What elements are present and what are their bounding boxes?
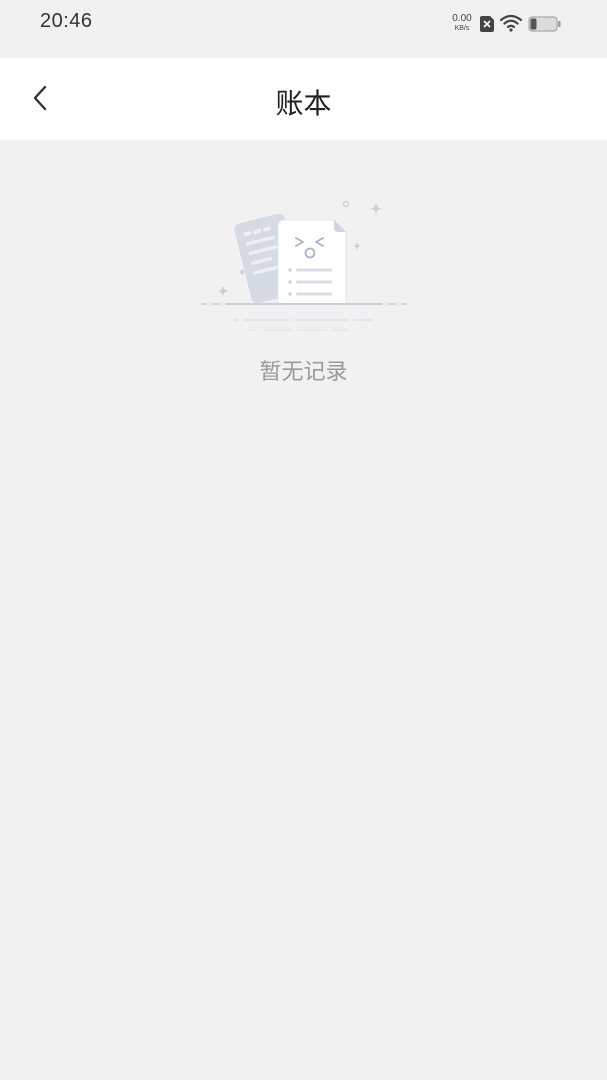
status-time: 20:46 — [40, 10, 93, 32]
empty-state-message: 暂无记录 — [259, 360, 348, 385]
network-speed-unit: KB/s — [454, 25, 470, 32]
header-bar: 账本 — [0, 58, 607, 140]
empty-document-icon — [201, 200, 407, 331]
sim-card-icon — [480, 16, 494, 32]
network-speed-indicator: 0.00 KB/s — [450, 13, 474, 33]
battery-icon — [528, 16, 561, 32]
wifi-icon — [500, 14, 522, 32]
page-title: 账本 — [275, 87, 332, 120]
network-speed-value: 0.00 — [452, 13, 472, 24]
status-bar: 20:46 0.00 KB/s — [0, 0, 607, 58]
